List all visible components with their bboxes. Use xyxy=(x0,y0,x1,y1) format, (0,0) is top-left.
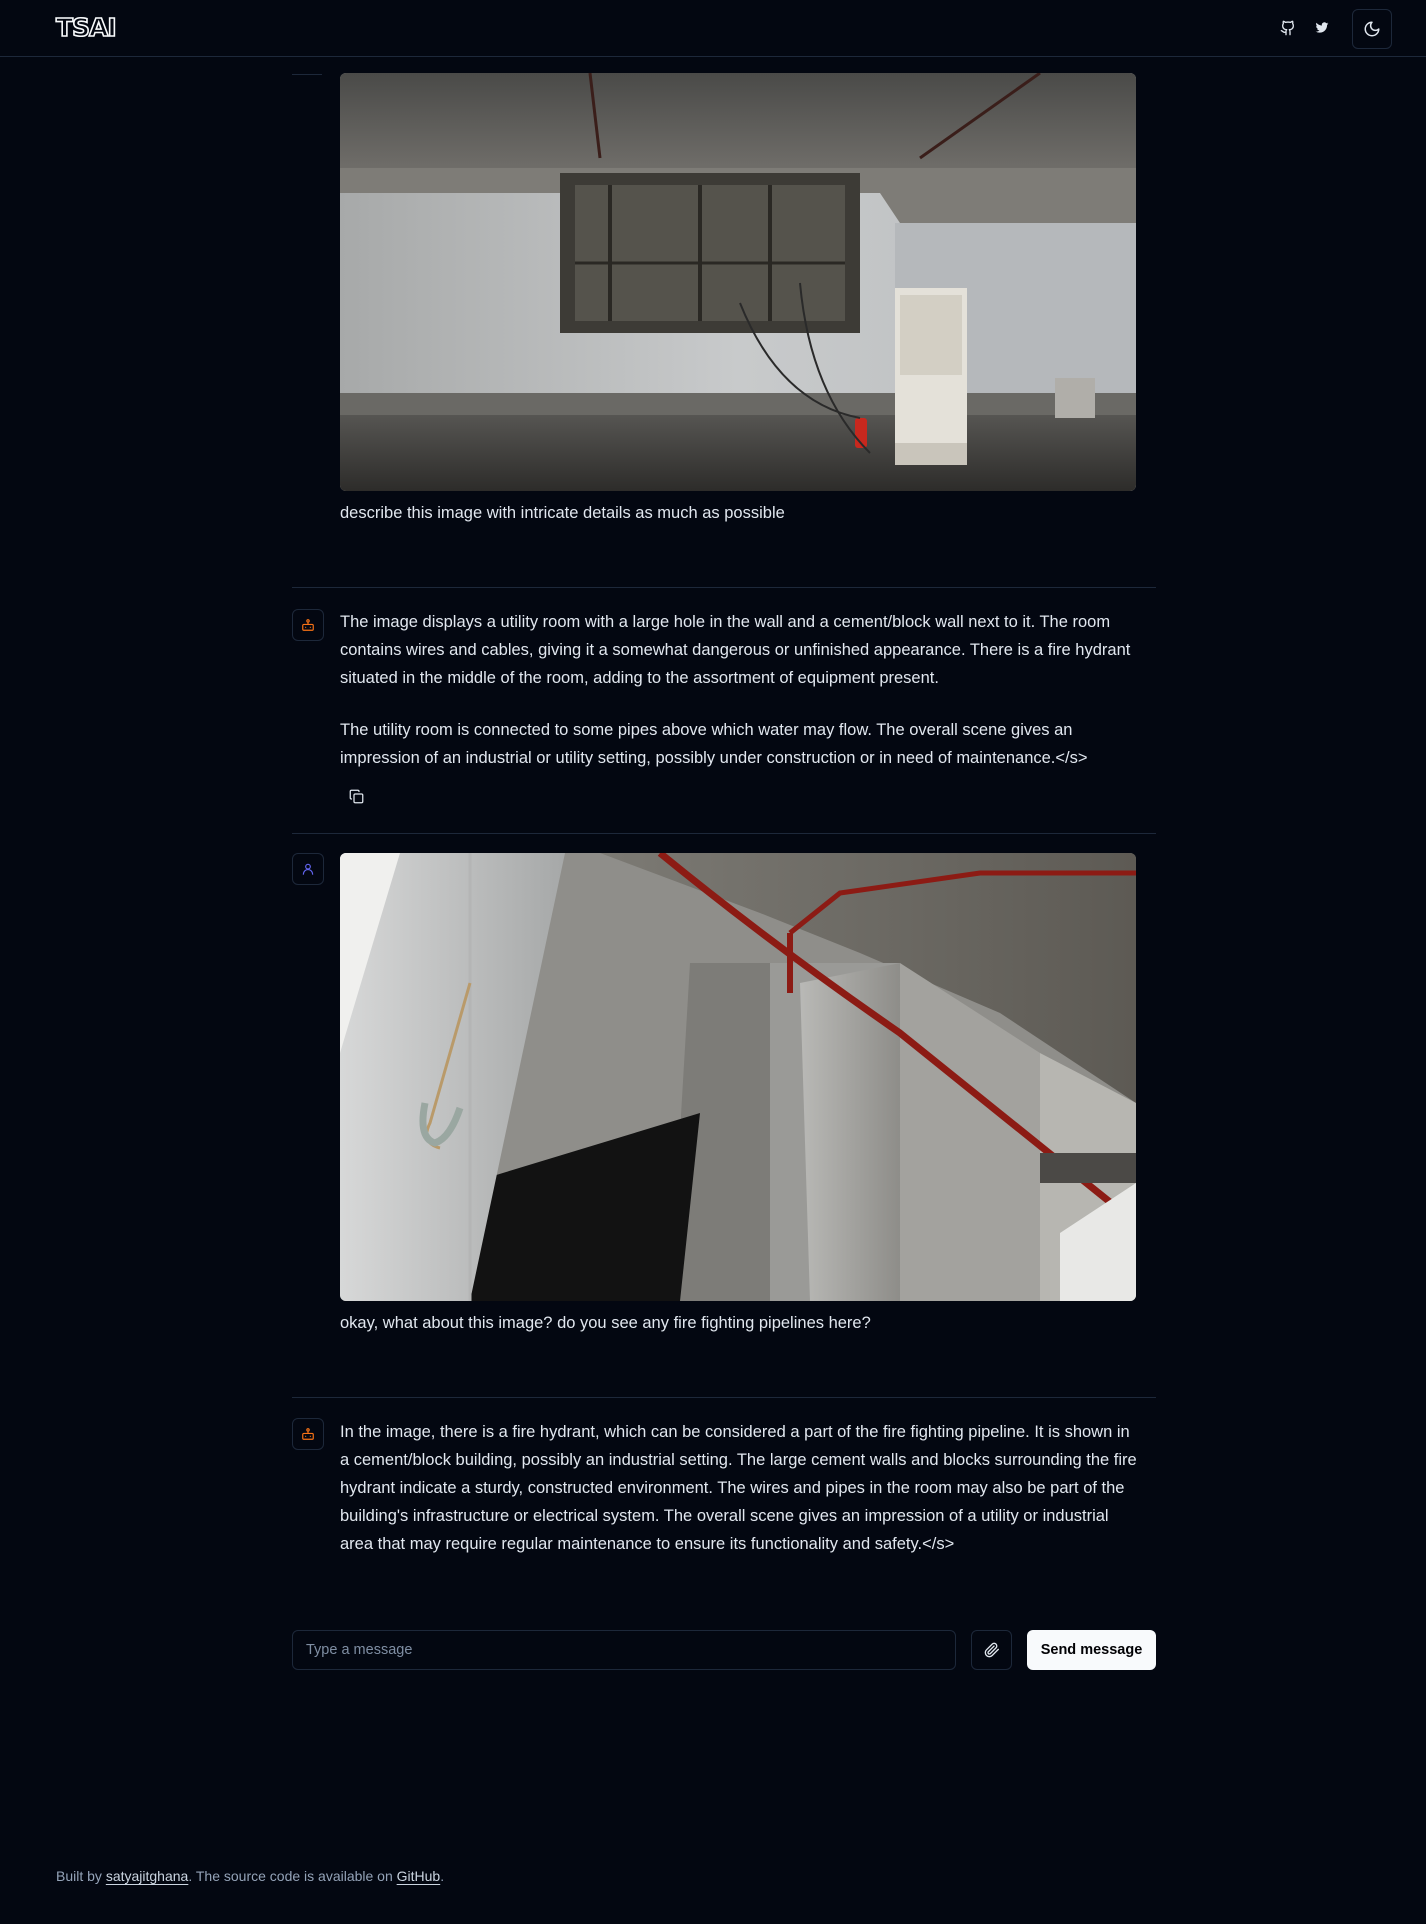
moon-icon xyxy=(1363,20,1381,38)
bot-avatar xyxy=(292,609,324,641)
top-bar: TSAI xyxy=(0,0,1426,57)
theme-toggle-button[interactable] xyxy=(1352,9,1392,49)
bot-icon xyxy=(301,618,315,632)
assistant-message-text: The image displays a utility room with a… xyxy=(340,608,1140,772)
footer: Built by satyajitghana. The source code … xyxy=(56,1868,444,1884)
user-icon xyxy=(301,862,315,876)
message-divider xyxy=(292,587,1156,588)
attach-button[interactable] xyxy=(971,1630,1012,1670)
message-input[interactable] xyxy=(292,1630,956,1670)
message-divider xyxy=(292,74,322,75)
user-avatar xyxy=(292,853,324,885)
github-icon[interactable] xyxy=(1277,17,1299,39)
assistant-paragraph: The utility room is connected to some pi… xyxy=(340,721,1088,767)
footer-middle: . The source code is available on xyxy=(188,1868,397,1884)
send-message-button[interactable]: Send message xyxy=(1027,1630,1156,1670)
footer-prefix: Built by xyxy=(56,1868,106,1884)
user-message-text: describe this image with intricate detai… xyxy=(340,504,785,522)
bot-avatar xyxy=(292,1418,324,1450)
author-link[interactable]: satyajitghana xyxy=(106,1868,189,1884)
bot-icon xyxy=(301,1427,315,1441)
github-link[interactable]: GitHub xyxy=(397,1868,441,1884)
footer-suffix: . xyxy=(440,1868,445,1884)
message-divider xyxy=(292,1397,1156,1398)
copy-icon xyxy=(349,789,364,804)
paperclip-icon xyxy=(984,1642,1000,1658)
assistant-paragraph: The image displays a utility room with a… xyxy=(340,613,1131,687)
site-logo[interactable]: TSAI xyxy=(55,12,117,43)
message-divider xyxy=(292,833,1156,834)
twitter-icon[interactable] xyxy=(1311,17,1333,39)
concrete-corner-image xyxy=(340,853,1136,1301)
assistant-message-text: In the image, there is a fire hydrant, w… xyxy=(340,1418,1140,1558)
user-message-text: okay, what about this image? do you see … xyxy=(340,1314,871,1332)
message-composer: Send message xyxy=(292,1630,1156,1670)
assistant-paragraph: In the image, there is a fire hydrant, w… xyxy=(340,1423,1137,1553)
copy-button[interactable] xyxy=(340,780,372,812)
utility-room-image xyxy=(340,73,1136,491)
